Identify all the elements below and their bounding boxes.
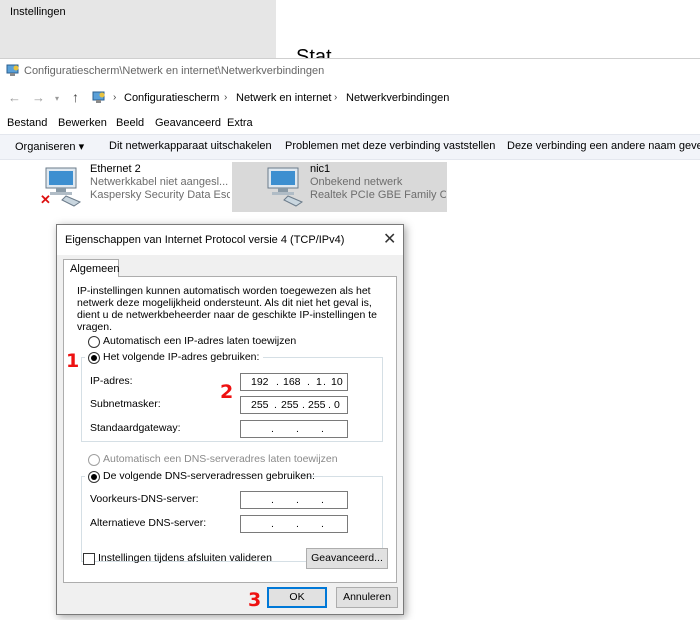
default-gateway-input[interactable]: ... bbox=[240, 420, 348, 438]
menu-bar: Bestand Bewerken Beeld Geavanceerd Extra bbox=[0, 114, 700, 132]
ok-button[interactable]: OK bbox=[267, 587, 327, 608]
validate-on-exit-checkbox[interactable] bbox=[83, 553, 95, 565]
dns-manual-radio[interactable] bbox=[88, 471, 100, 483]
cancel-button[interactable]: Annuleren bbox=[336, 587, 398, 608]
menu-view[interactable]: Beeld bbox=[116, 117, 144, 129]
breadcrumb-separator-icon: › bbox=[334, 92, 337, 103]
disconnected-x-icon: ✕ bbox=[40, 192, 51, 208]
recent-locations-chevron-icon[interactable]: ▾ bbox=[55, 94, 59, 103]
general-tab-panel: IP-instellingen kunnen automatisch worde… bbox=[63, 276, 397, 583]
ip-auto-radio[interactable] bbox=[88, 336, 100, 348]
control-panel-icon bbox=[6, 64, 20, 77]
step-marker-2: 2 bbox=[220, 381, 233, 403]
intro-text: IP-instellingen kunnen automatisch worde… bbox=[77, 285, 387, 333]
network-adapter-icon bbox=[262, 166, 308, 208]
advanced-button[interactable]: Geavanceerd... bbox=[306, 548, 388, 569]
breadcrumb-separator-icon: › bbox=[224, 92, 227, 103]
back-arrow-icon[interactable]: ← bbox=[8, 90, 21, 105]
adapter-device: Kaspersky Security Data Esc... bbox=[90, 189, 230, 201]
up-arrow-icon[interactable]: ↑ bbox=[72, 89, 79, 105]
explorer-titlebar: Configuratiescherm\Netwerk en internet\N… bbox=[0, 59, 700, 83]
ip-octet-1: 192 bbox=[251, 376, 269, 388]
adapter-ethernet-2[interactable]: ✕ Ethernet 2 Netwerkkabel niet aangesl..… bbox=[40, 162, 230, 212]
step-marker-3: 3 bbox=[248, 589, 261, 611]
tab-general-label: Algemeen bbox=[70, 263, 120, 275]
alternate-dns-label: Alternatieve DNS-server: bbox=[90, 517, 206, 529]
dns-auto-label: Automatisch een DNS-serveradres laten to… bbox=[103, 453, 338, 465]
adapter-status: Netwerkkabel niet aangesl... bbox=[90, 176, 230, 188]
ip-address-input[interactable]: 192 . 168 . 1 . 10 bbox=[240, 373, 348, 391]
dns-auto-radio[interactable] bbox=[88, 454, 100, 466]
rename-connection-button[interactable]: Deze verbinding een andere naam geven bbox=[507, 140, 700, 152]
adapter-name: nic1 bbox=[310, 163, 330, 175]
adapter-name: Ethernet 2 bbox=[90, 163, 141, 175]
forward-arrow-icon[interactable]: → bbox=[32, 90, 45, 105]
command-bar: Organiseren ▾ Dit netwerkapparaat uitsch… bbox=[0, 134, 700, 160]
ip-manual-label: Het volgende IP-adres gebruiken: bbox=[103, 351, 259, 363]
adapter-status: Onbekend netwerk bbox=[310, 176, 446, 188]
default-gateway-label: Standaardgateway: bbox=[90, 422, 180, 434]
diagnose-connection-button[interactable]: Problemen met deze verbinding vaststelle… bbox=[285, 140, 495, 152]
breadcrumb-network-connections[interactable]: Netwerkverbindingen bbox=[346, 92, 449, 104]
alternate-dns-input[interactable]: ... bbox=[240, 515, 348, 533]
preferred-dns-label: Voorkeurs-DNS-server: bbox=[90, 493, 199, 505]
menu-file[interactable]: Bestand bbox=[7, 117, 47, 129]
disable-device-button[interactable]: Dit netwerkapparaat uitschakelen bbox=[109, 140, 272, 152]
dns-manual-label: De volgende DNS-serveradressen gebruiken… bbox=[103, 470, 315, 482]
adapter-nic1[interactable]: nic1 Onbekend netwerk Realtek PCIe GBE F… bbox=[232, 162, 447, 212]
settings-title: Instellingen bbox=[10, 6, 66, 18]
breadcrumb-network-internet[interactable]: Netwerk en internet bbox=[236, 92, 331, 104]
ip-octet-3: 1 bbox=[316, 376, 322, 388]
dialog-title: Eigenschappen van Internet Protocol vers… bbox=[65, 234, 344, 246]
menu-tools[interactable]: Extra bbox=[227, 117, 253, 129]
breadcrumb-separator-icon: › bbox=[113, 92, 116, 103]
step-marker-1: 1 bbox=[66, 350, 79, 372]
ip-address-label: IP-adres: bbox=[90, 375, 133, 387]
tab-general[interactable]: Algemeen bbox=[63, 259, 119, 277]
subnet-octet-4: 0 bbox=[334, 399, 340, 411]
address-row: ← → ▾ ↑ › Configuratiescherm › Netwerk e… bbox=[0, 87, 700, 109]
subnet-mask-label: Subnetmasker: bbox=[90, 398, 161, 410]
validate-on-exit-label: Instellingen tijdens afsluiten valideren bbox=[98, 552, 272, 564]
ip-manual-radio[interactable] bbox=[88, 352, 100, 364]
ip-auto-label: Automatisch een IP-adres laten toewijzen bbox=[103, 335, 296, 347]
breadcrumb-control-panel[interactable]: Configuratiescherm bbox=[124, 92, 219, 104]
preferred-dns-input[interactable]: ... bbox=[240, 491, 348, 509]
subnet-octet-1: 255 bbox=[251, 399, 269, 411]
ip-octet-4: 10 bbox=[331, 376, 343, 388]
menu-edit[interactable]: Bewerken bbox=[58, 117, 107, 129]
control-panel-icon bbox=[92, 90, 106, 104]
explorer-window-title: Configuratiescherm\Netwerk en internet\N… bbox=[24, 65, 324, 77]
subnet-octet-2: 255 bbox=[281, 399, 299, 411]
organize-button[interactable]: Organiseren ▾ bbox=[15, 140, 84, 153]
subnet-octet-3: 255 bbox=[308, 399, 326, 411]
ipv4-properties-dialog: Eigenschappen van Internet Protocol vers… bbox=[56, 224, 404, 615]
close-icon[interactable]: ✕ bbox=[383, 229, 396, 249]
dialog-body: Algemeen IP-instellingen kunnen automati… bbox=[57, 255, 403, 614]
adapter-device: Realtek PCIe GBE Family C... bbox=[310, 189, 446, 201]
ip-octet-2: 168 bbox=[283, 376, 301, 388]
menu-advanced[interactable]: Geavanceerd bbox=[155, 117, 221, 129]
subnet-mask-input[interactable]: 255 . 255 . 255 . 0 bbox=[240, 396, 348, 414]
